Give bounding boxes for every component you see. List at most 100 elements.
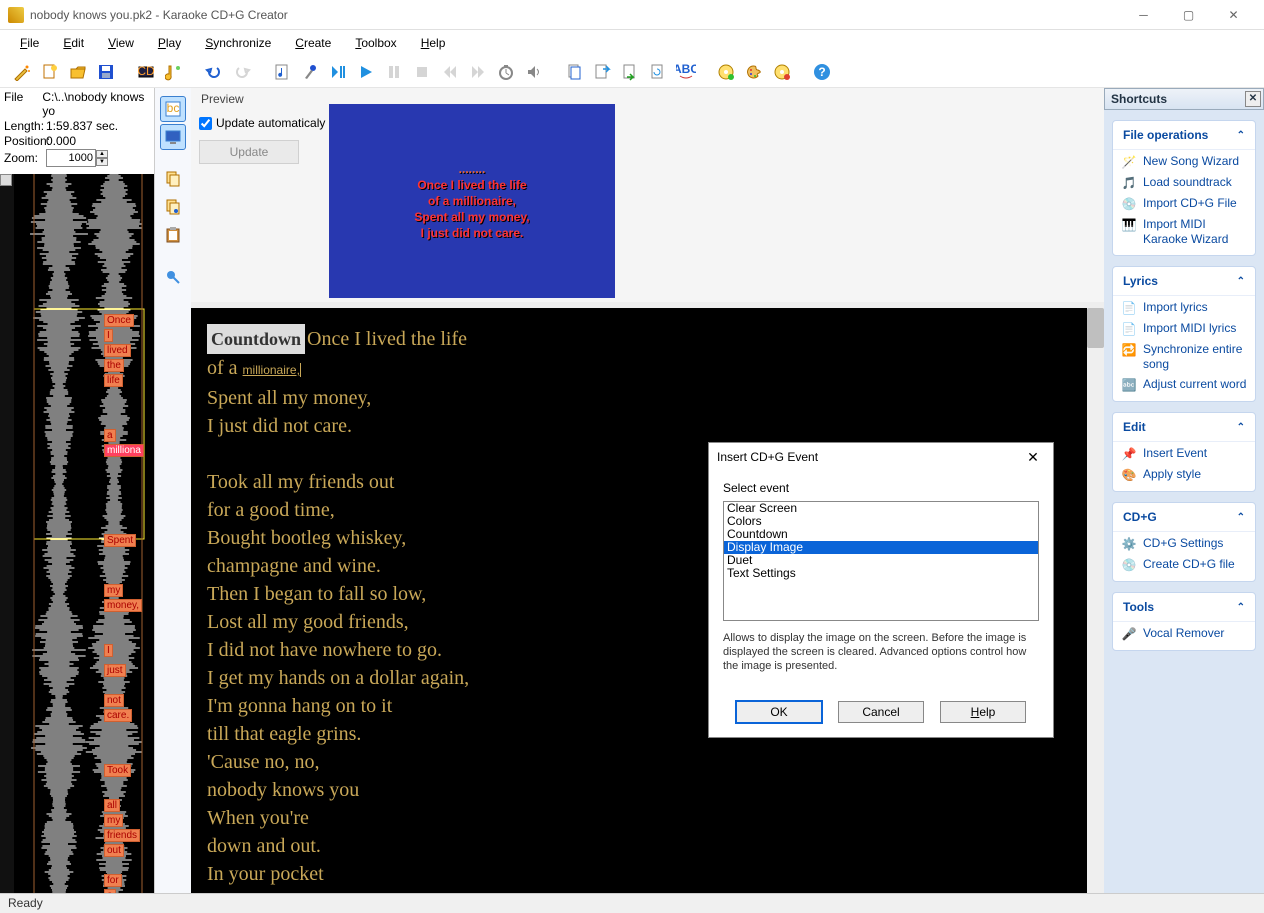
- help-icon[interactable]: ?: [810, 60, 834, 84]
- shortcut-link[interactable]: ⚙️CD+G Settings: [1121, 536, 1247, 552]
- menu-file[interactable]: File: [10, 33, 49, 53]
- microphone-icon[interactable]: [298, 60, 322, 84]
- cd-red-icon[interactable]: [770, 60, 794, 84]
- event-option[interactable]: Display Image: [724, 541, 1038, 554]
- wave-word-label[interactable]: Took: [104, 764, 131, 777]
- menu-view[interactable]: View: [98, 33, 144, 53]
- shortcut-link[interactable]: 💿Create CD+G file: [1121, 557, 1247, 573]
- wave-word-label[interactable]: the: [104, 359, 124, 372]
- zoom-down[interactable]: ▼: [96, 158, 108, 166]
- update-auto-checkbox[interactable]: Update automaticaly: [199, 116, 329, 130]
- wave-word-label[interactable]: my: [104, 814, 123, 827]
- update-auto-input[interactable]: [199, 117, 212, 130]
- help-button[interactable]: Help: [940, 701, 1026, 723]
- shortcut-link[interactable]: 🎤Vocal Remover: [1121, 626, 1247, 642]
- waveform-scrollbar[interactable]: [0, 174, 14, 893]
- event-option[interactable]: Text Settings: [724, 567, 1038, 580]
- pin-icon[interactable]: [160, 264, 186, 290]
- view-preview-icon[interactable]: [160, 124, 186, 150]
- shortcut-link[interactable]: 🪄New Song Wizard: [1121, 154, 1247, 170]
- wave-word-label[interactable]: friends: [104, 829, 140, 842]
- ok-button[interactable]: OK: [736, 701, 822, 723]
- update-button[interactable]: Update: [199, 140, 299, 164]
- forward-icon[interactable]: [466, 60, 490, 84]
- menu-create[interactable]: Create: [285, 33, 341, 53]
- shortcut-link[interactable]: 🎵Load soundtrack: [1121, 175, 1247, 191]
- palette-icon[interactable]: [742, 60, 766, 84]
- save-icon[interactable]: [94, 60, 118, 84]
- undo-icon[interactable]: [202, 60, 226, 84]
- wave-word-label[interactable]: a: [104, 429, 116, 442]
- pause-icon[interactable]: [382, 60, 406, 84]
- group-header[interactable]: CD+G⌃: [1113, 503, 1255, 532]
- group-header[interactable]: Lyrics⌃: [1113, 267, 1255, 296]
- redo-icon[interactable]: [230, 60, 254, 84]
- view-lyrics-icon[interactable]: bc: [160, 96, 186, 122]
- zoom-input[interactable]: [46, 149, 96, 167]
- copy-icon[interactable]: [160, 166, 186, 192]
- open-icon[interactable]: [66, 60, 90, 84]
- wave-word-label[interactable]: my: [104, 584, 123, 597]
- shortcut-link[interactable]: 💿Import CD+G File: [1121, 196, 1247, 212]
- abc-icon[interactable]: ABC: [674, 60, 698, 84]
- cancel-button[interactable]: Cancel: [838, 701, 924, 723]
- menu-toolbox[interactable]: Toolbox: [345, 33, 406, 53]
- wizard-icon[interactable]: [10, 60, 34, 84]
- doc-next-icon[interactable]: [618, 60, 642, 84]
- menu-play[interactable]: Play: [148, 33, 191, 53]
- doc-import-icon[interactable]: [590, 60, 614, 84]
- paste-icon[interactable]: [160, 222, 186, 248]
- maximize-button[interactable]: ▢: [1166, 1, 1211, 29]
- note-icon[interactable]: [270, 60, 294, 84]
- new-icon[interactable]: [38, 60, 62, 84]
- wave-word-label[interactable]: life: [104, 374, 123, 387]
- wave-word-label[interactable]: a: [104, 889, 116, 893]
- wave-word-label[interactable]: care.: [104, 709, 132, 722]
- import-cdg-icon[interactable]: CD: [134, 60, 158, 84]
- wave-word-label[interactable]: all: [104, 799, 120, 812]
- doc-sync-icon[interactable]: [646, 60, 670, 84]
- shortcuts-close-icon[interactable]: ✕: [1245, 91, 1261, 107]
- group-header[interactable]: Tools⌃: [1113, 593, 1255, 622]
- close-button[interactable]: ✕: [1211, 1, 1256, 29]
- shortcut-link[interactable]: 🎨Apply style: [1121, 467, 1247, 483]
- group-header[interactable]: File operations⌃: [1113, 121, 1255, 150]
- event-listbox[interactable]: Clear ScreenColorsCountdownDisplay Image…: [723, 501, 1039, 621]
- rewind-icon[interactable]: [438, 60, 462, 84]
- wave-word-label[interactable]: out: [104, 844, 124, 857]
- import-midi-icon[interactable]: [162, 60, 186, 84]
- lyrics-scrollbar[interactable]: [1087, 308, 1104, 893]
- speaker-icon[interactable]: [522, 60, 546, 84]
- stop-icon[interactable]: [410, 60, 434, 84]
- wave-word-label[interactable]: I: [104, 644, 113, 657]
- shortcut-link[interactable]: 📄Import lyrics: [1121, 300, 1247, 316]
- wave-word-label[interactable]: lived: [104, 344, 131, 357]
- shortcut-link[interactable]: 🎹Import MIDI Karaoke Wizard: [1121, 217, 1247, 247]
- doc-copy-icon[interactable]: [562, 60, 586, 84]
- wave-word-label[interactable]: milliona: [104, 444, 144, 457]
- event-option[interactable]: Clear Screen: [724, 502, 1038, 515]
- play-pause-icon[interactable]: [326, 60, 350, 84]
- wave-word-label[interactable]: just: [104, 664, 126, 677]
- shortcut-link[interactable]: 📌Insert Event: [1121, 446, 1247, 462]
- copy-music-icon[interactable]: [160, 194, 186, 220]
- cd-green-icon[interactable]: [714, 60, 738, 84]
- play-icon[interactable]: [354, 60, 378, 84]
- timer-icon[interactable]: [494, 60, 518, 84]
- wave-word-label[interactable]: not: [104, 694, 124, 707]
- minimize-button[interactable]: ─: [1121, 1, 1166, 29]
- menu-edit[interactable]: Edit: [53, 33, 94, 53]
- wave-word-label[interactable]: Spent: [104, 534, 136, 547]
- menu-help[interactable]: Help: [411, 33, 456, 53]
- zoom-up[interactable]: ▲: [96, 150, 108, 158]
- group-header[interactable]: Edit⌃: [1113, 413, 1255, 442]
- wave-word-label[interactable]: Once: [104, 314, 134, 327]
- dialog-close-icon[interactable]: ✕: [1021, 445, 1045, 469]
- waveform[interactable]: OnceIlivedthelifeamillionaSpentmymoney,I…: [0, 174, 154, 893]
- shortcut-link[interactable]: 🔁Synchronize entire song: [1121, 342, 1247, 372]
- shortcut-link[interactable]: 🔤Adjust current word: [1121, 377, 1247, 393]
- menu-synchronize[interactable]: Synchronize: [195, 33, 281, 53]
- wave-word-label[interactable]: I: [104, 329, 113, 342]
- wave-word-label[interactable]: for: [104, 874, 122, 887]
- shortcut-link[interactable]: 📄Import MIDI lyrics: [1121, 321, 1247, 337]
